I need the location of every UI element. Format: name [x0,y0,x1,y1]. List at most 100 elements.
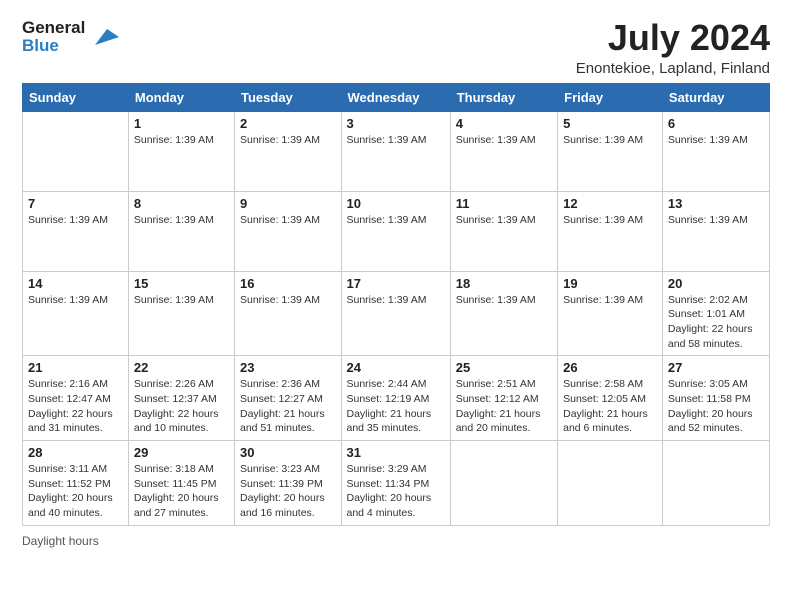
day-number: 13 [668,196,764,211]
day-number: 31 [347,445,445,460]
day-number: 9 [240,196,336,211]
logo-line1: General [22,18,85,38]
day-info: Sunrise: 1:39 AM [240,293,336,308]
day-number: 6 [668,116,764,131]
logo-icon [87,21,119,53]
day-info: Sunrise: 1:39 AM [347,293,445,308]
title-block: July 2024 Enontekioe, Lapland, Finland [576,18,770,77]
calendar-week-row: 1Sunrise: 1:39 AM2Sunrise: 1:39 AM3Sunri… [23,111,770,191]
day-info: Sunrise: 1:39 AM [668,213,764,228]
day-number: 30 [240,445,336,460]
calendar-day-cell: 1 Sunrise: 1:39 AM [128,111,234,191]
daylight-label: Daylight hours [22,534,99,548]
calendar-day-cell: 2Sunrise: 1:39 AM [235,111,342,191]
day-info: Sunrise: 1:39 AM [347,133,445,148]
day-info: Sunrise: 2:44 AM Sunset: 12:19 AM Daylig… [347,377,445,436]
calendar-day-cell: 8Sunrise: 1:39 AM [128,191,234,271]
day-number: 16 [240,276,336,291]
day-info: Sunrise: 1:39 AM [456,213,552,228]
calendar-body: 1Sunrise: 1:39 AM2Sunrise: 1:39 AM3Sunri… [23,111,770,525]
calendar-day-cell: 11 Sunrise: 1:39 AM [450,191,557,271]
page: General Blue July 2024 Enontekioe, Lapla… [0,0,792,612]
day-number: 24 [347,360,445,375]
calendar-header-cell: Monday [128,83,234,111]
day-info: Sunrise: 1:39 AM [456,133,552,148]
day-number: 1 [134,116,229,131]
calendar-day-cell: 7 Sunrise: 1:39 AM [23,191,129,271]
calendar-header-cell: Friday [558,83,663,111]
calendar-day-cell: 5Sunrise: 1:39 AM [558,111,663,191]
day-info: Sunrise: 2:16 AM Sunset: 12:47 AM Daylig… [28,377,123,436]
logo: General Blue [22,18,119,55]
calendar-day-cell: 21 Sunrise: 2:16 AM Sunset: 12:47 AM Dayl… [23,356,129,441]
footer: Daylight hours [22,534,770,548]
day-info: Sunrise: 2:58 AM Sunset: 12:05 AM Daylig… [563,377,657,436]
day-number: 25 [456,360,552,375]
day-info: Sunrise: 3:11 AM Sunset: 11:52 PM Daylig… [28,462,123,521]
day-info: Sunrise: 2:51 AM Sunset: 12:12 AM Daylig… [456,377,552,436]
day-info: Sunrise: 3:23 AM Sunset: 11:39 PM Daylig… [240,462,336,521]
calendar-day-cell: 20Sunrise: 2:02 AM Sunset: 1:01 AM Dayli… [662,271,769,356]
calendar-day-cell: 15Sunrise: 1:39 AM [128,271,234,356]
day-info: Sunrise: 1:39 AM [347,213,445,228]
calendar-week-row: 14Sunrise: 1:39 AM15Sunrise: 1:39 AM16Su… [23,271,770,356]
day-number: 22 [134,360,229,375]
day-info: Sunrise: 3:18 AM Sunset: 11:45 PM Daylig… [134,462,229,521]
header: General Blue July 2024 Enontekioe, Lapla… [22,18,770,77]
calendar-day-cell: 31 Sunrise: 3:29 AM Sunset: 11:34 PM Dayl… [341,441,450,526]
day-info: Sunrise: 1:39 AM [563,213,657,228]
calendar-header-cell: Saturday [662,83,769,111]
calendar-day-cell [450,441,557,526]
day-number: 21 [28,360,123,375]
calendar-day-cell [558,441,663,526]
day-number: 3 [347,116,445,131]
day-info: Sunrise: 3:05 AM Sunset: 11:58 PM Daylig… [668,377,764,436]
calendar-day-cell: 3 Sunrise: 1:39 AM [341,111,450,191]
calendar-day-cell: 30 Sunrise: 3:23 AM Sunset: 11:39 PM Dayl… [235,441,342,526]
calendar-week-row: 21 Sunrise: 2:16 AM Sunset: 12:47 AM Dayl… [23,356,770,441]
calendar-day-cell: 6Sunrise: 1:39 AM [662,111,769,191]
calendar-day-cell: 19Sunrise: 1:39 AM [558,271,663,356]
calendar-header-row: SundayMondayTuesdayWednesdayThursdayFrid… [23,83,770,111]
day-info: Sunrise: 1:39 AM [134,133,229,148]
calendar-day-cell: 16 Sunrise: 1:39 AM [235,271,342,356]
day-number: 7 [28,196,123,211]
day-number: 18 [456,276,552,291]
day-number: 26 [563,360,657,375]
day-info: Sunrise: 1:39 AM [28,213,123,228]
day-number: 11 [456,196,552,211]
calendar-day-cell: 22 Sunrise: 2:26 AM Sunset: 12:37 AM Dayl… [128,356,234,441]
calendar-day-cell [662,441,769,526]
calendar-day-cell: 24 Sunrise: 2:44 AM Sunset: 12:19 AM Dayl… [341,356,450,441]
day-number: 29 [134,445,229,460]
day-number: 12 [563,196,657,211]
calendar-header-cell: Thursday [450,83,557,111]
day-info: Sunrise: 2:36 AM Sunset: 12:27 AM Daylig… [240,377,336,436]
calendar-day-cell: 14 Sunrise: 1:39 AM [23,271,129,356]
calendar-day-cell: 4 Sunrise: 1:39 AM [450,111,557,191]
day-number: 4 [456,116,552,131]
calendar-day-cell: 25 Sunrise: 2:51 AM Sunset: 12:12 AM Dayl… [450,356,557,441]
day-info: Sunrise: 1:39 AM [456,293,552,308]
calendar-week-row: 28 Sunrise: 3:11 AM Sunset: 11:52 PM Dayl… [23,441,770,526]
day-number: 14 [28,276,123,291]
day-number: 2 [240,116,336,131]
calendar-day-cell: 27 Sunrise: 3:05 AM Sunset: 11:58 PM Dayl… [662,356,769,441]
day-info: Sunrise: 1:39 AM [563,133,657,148]
day-number: 8 [134,196,229,211]
calendar-day-cell: 13 Sunrise: 1:39 AM [662,191,769,271]
day-number: 27 [668,360,764,375]
calendar-day-cell: 10Sunrise: 1:39 AM [341,191,450,271]
calendar-day-cell: 12 Sunrise: 1:39 AM [558,191,663,271]
day-number: 23 [240,360,336,375]
day-number: 19 [563,276,657,291]
calendar-day-cell: 17Sunrise: 1:39 AM [341,271,450,356]
day-info: Sunrise: 3:29 AM Sunset: 11:34 PM Daylig… [347,462,445,521]
day-number: 15 [134,276,229,291]
day-info: Sunrise: 2:26 AM Sunset: 12:37 AM Daylig… [134,377,229,436]
day-number: 28 [28,445,123,460]
calendar-day-cell: 29 Sunrise: 3:18 AM Sunset: 11:45 PM Dayl… [128,441,234,526]
subtitle: Enontekioe, Lapland, Finland [576,60,770,77]
day-info: Sunrise: 1:39 AM [28,293,123,308]
calendar-day-cell: 28 Sunrise: 3:11 AM Sunset: 11:52 PM Dayl… [23,441,129,526]
